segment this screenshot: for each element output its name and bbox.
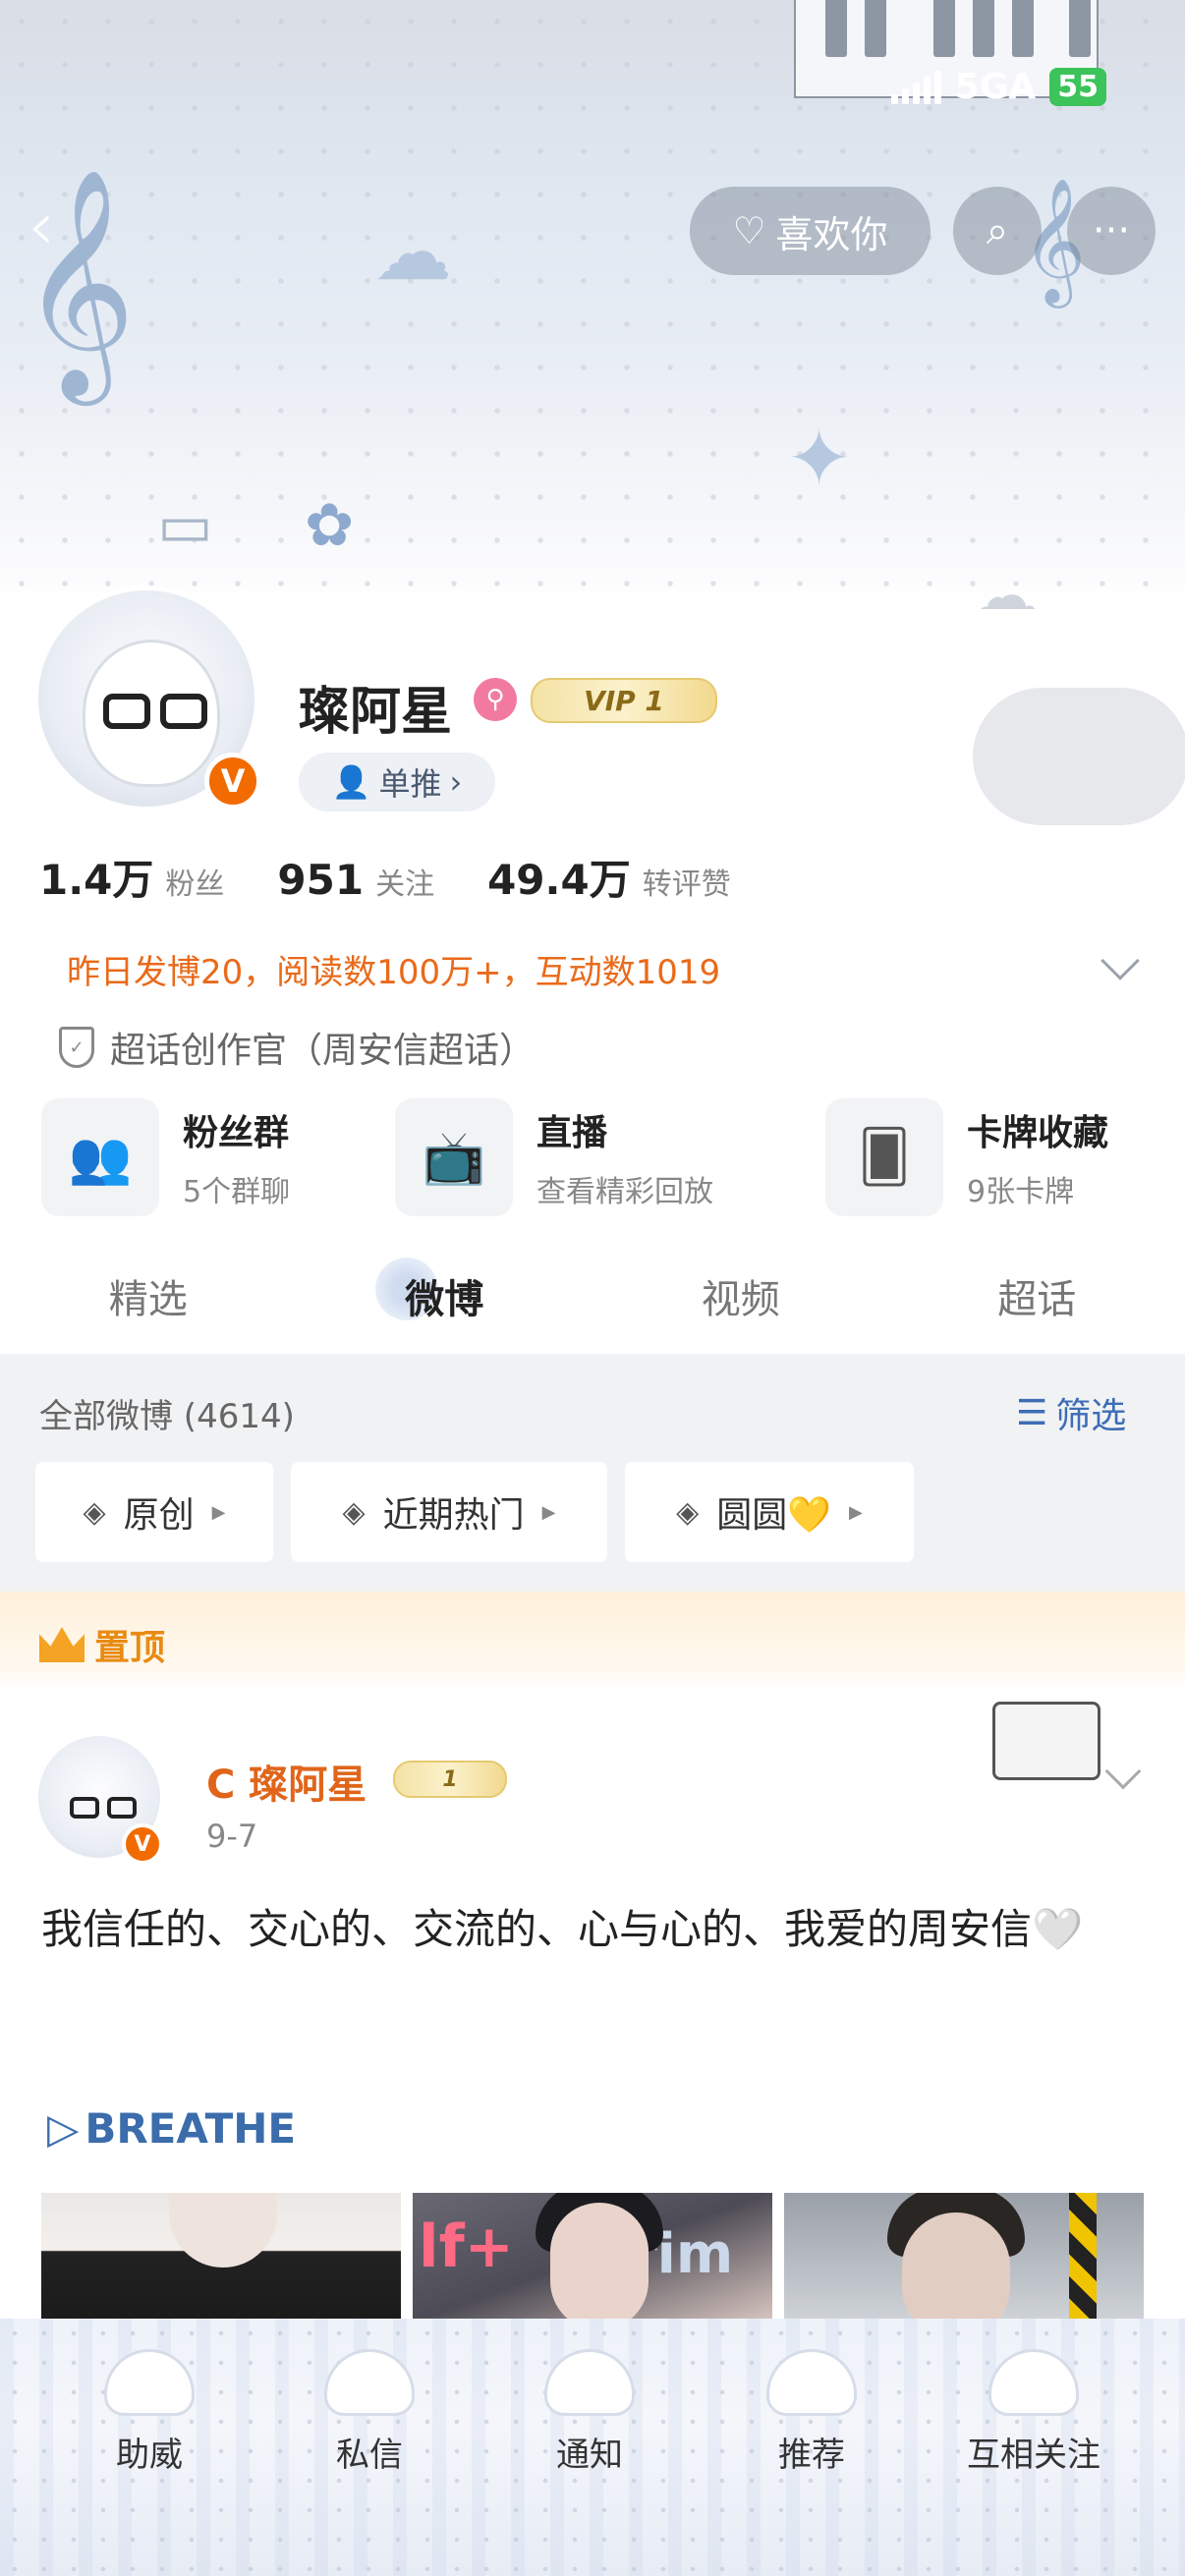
stat-fans[interactable]: 1.4万 粉丝	[39, 847, 224, 907]
stat-following[interactable]: 951 关注	[277, 856, 434, 904]
play-icon: ▷	[47, 2104, 80, 2153]
filter-icon: ☰	[1016, 1392, 1048, 1433]
creator-label: 超话创作官（周安信超话）	[110, 1031, 536, 1071]
pinned-banner	[0, 1592, 1185, 1690]
post-image-3[interactable]	[784, 2193, 1144, 2321]
post-image-2[interactable]: lf+ Prim	[413, 2193, 772, 2321]
feature-fan-group[interactable]: 👥 粉丝群 5个群聊	[41, 1098, 290, 1216]
layers-icon: ◈	[676, 1494, 700, 1530]
network-label: 5GA	[954, 67, 1037, 107]
nav-messages[interactable]: 私信	[281, 2328, 458, 2476]
crown-icon	[39, 1627, 85, 1662]
layers-icon: ◈	[83, 1494, 106, 1530]
chevron-down-icon[interactable]	[1100, 941, 1140, 980]
feature-title: 粉丝群	[183, 1113, 290, 1153]
feature-title: 卡牌收藏	[967, 1113, 1109, 1153]
verified-badge: V	[204, 753, 261, 810]
all-weibo-count: 全部微博 (4614)	[39, 1397, 295, 1436]
cloud-cat-icon	[544, 2349, 635, 2416]
flower-decoration: ✿	[305, 491, 355, 560]
person-icon: 👤	[331, 763, 371, 801]
profile-name: 璨阿星	[299, 683, 453, 742]
post-verified-badge: V	[122, 1823, 163, 1865]
feature-sub: 查看精彩回放	[536, 1175, 713, 1209]
signal-icon	[890, 70, 941, 104]
card-icon: 🂠	[825, 1098, 943, 1216]
filter-button[interactable]: ☰ 筛选	[1016, 1387, 1126, 1438]
nav-recommend[interactable]: 推荐	[723, 2328, 900, 2476]
vip-badge[interactable]: VIP 1	[531, 678, 717, 723]
sticker-decoration	[992, 1702, 1100, 1780]
post-level-badge: 1	[393, 1761, 507, 1798]
more-button[interactable]: ···	[1067, 187, 1156, 275]
tv-icon: 📺	[395, 1098, 513, 1216]
post-image-1[interactable]	[41, 2193, 401, 2321]
more-icon: ···	[1092, 208, 1131, 253]
tab-featured[interactable]: 精选	[0, 1238, 297, 1354]
battery-indicator: 55	[1049, 68, 1106, 106]
tab-supertopic[interactable]: 超话	[889, 1238, 1185, 1354]
member-icon[interactable]: ⚲	[474, 678, 517, 721]
paw-icon	[766, 2349, 857, 2416]
feature-sub: 9张卡牌	[967, 1175, 1075, 1209]
back-button[interactable]: ‹	[28, 192, 86, 265]
star-decoration: ✦	[786, 413, 853, 504]
feature-card-collection[interactable]: 🂠 卡牌收藏 9张卡牌	[825, 1098, 1108, 1216]
like-you-button[interactable]: ♡ 喜欢你	[690, 187, 931, 275]
post-author[interactable]: C 璨阿星	[206, 1753, 367, 1810]
creator-tag[interactable]: ✓ 超话创作官（周安信超话）	[59, 1022, 535, 1073]
tab-weibo[interactable]: 微博	[297, 1238, 593, 1354]
triangle-right-icon: ▶	[849, 1501, 863, 1523]
cloud-cat-icon	[324, 2349, 415, 2416]
pinned-label: 置顶	[39, 1619, 165, 1670]
post-menu-chevron-icon[interactable]	[1104, 1753, 1142, 1790]
nav-mutual-follow[interactable]: 互相关注	[945, 2328, 1122, 2476]
stat-interactions[interactable]: 49.4万 转评赞	[487, 847, 731, 907]
cassette-decoration: ▭	[157, 491, 213, 560]
heart-hand-icon: ♡	[732, 209, 766, 252]
triangle-right-icon: ▶	[541, 1501, 556, 1523]
profile-stats: 1.4万 粉丝 951 关注 49.4万 转评赞	[39, 847, 784, 907]
feature-title: 直播	[536, 1113, 608, 1153]
chip-yuanyuan[interactable]: ◈ 圆圆💛 ▶	[625, 1462, 914, 1562]
drop-icon	[988, 2349, 1079, 2416]
profile-banner: 𝄞 𝄞 ☁ ✦ ✿ ▭ ☁ 5GA 55 ‹ ♡ 喜欢你 ⌕ ···	[0, 0, 1185, 609]
search-icon: ⌕	[986, 208, 1009, 253]
post-date: 9-7	[206, 1818, 258, 1855]
feature-live[interactable]: 📺 直播查看精彩回放	[395, 1098, 713, 1216]
search-button[interactable]: ⌕	[953, 187, 1042, 275]
post-text[interactable]: 我信任的、交心的、交流的、心与心的、我爱的周安信🤍	[41, 1894, 1142, 1965]
nav-notifications[interactable]: 通知	[501, 2328, 678, 2476]
cloud-sticker-decoration	[973, 688, 1185, 825]
chip-original[interactable]: ◈ 原创 ▶	[35, 1462, 273, 1562]
post-link[interactable]: ▷ BREATHE	[47, 2104, 296, 2153]
like-you-label: 喜欢你	[775, 212, 888, 256]
dantui-label: 单推	[378, 765, 442, 803]
profile-tabs: 精选 微博 视频 超话	[0, 1238, 1185, 1354]
feature-sub: 5个群聊	[183, 1175, 291, 1209]
filter-label: 筛选	[1055, 1396, 1127, 1436]
nav-cheer[interactable]: 助威	[61, 2328, 238, 2476]
cloud-decoration: ☁	[373, 206, 452, 298]
status-bar: 5GA 55	[890, 67, 1106, 107]
chip-recent-hot[interactable]: ◈ 近期热门 ▶	[291, 1462, 607, 1562]
cat-cloud-decoration: ☁	[963, 550, 1042, 609]
chevron-right-icon: ›	[449, 763, 463, 801]
group-icon: 👥	[41, 1098, 159, 1216]
shield-icon: ✓	[59, 1027, 94, 1068]
dantui-button[interactable]: 👤 单推 ›	[299, 753, 495, 812]
tab-video[interactable]: 视频	[592, 1238, 889, 1354]
layers-icon: ◈	[342, 1494, 366, 1530]
daily-summary[interactable]: 昨日发博20，阅读数100万+，互动数1019	[67, 945, 720, 993]
cloud-cat-icon	[104, 2349, 195, 2416]
triangle-right-icon: ▶	[211, 1501, 226, 1523]
